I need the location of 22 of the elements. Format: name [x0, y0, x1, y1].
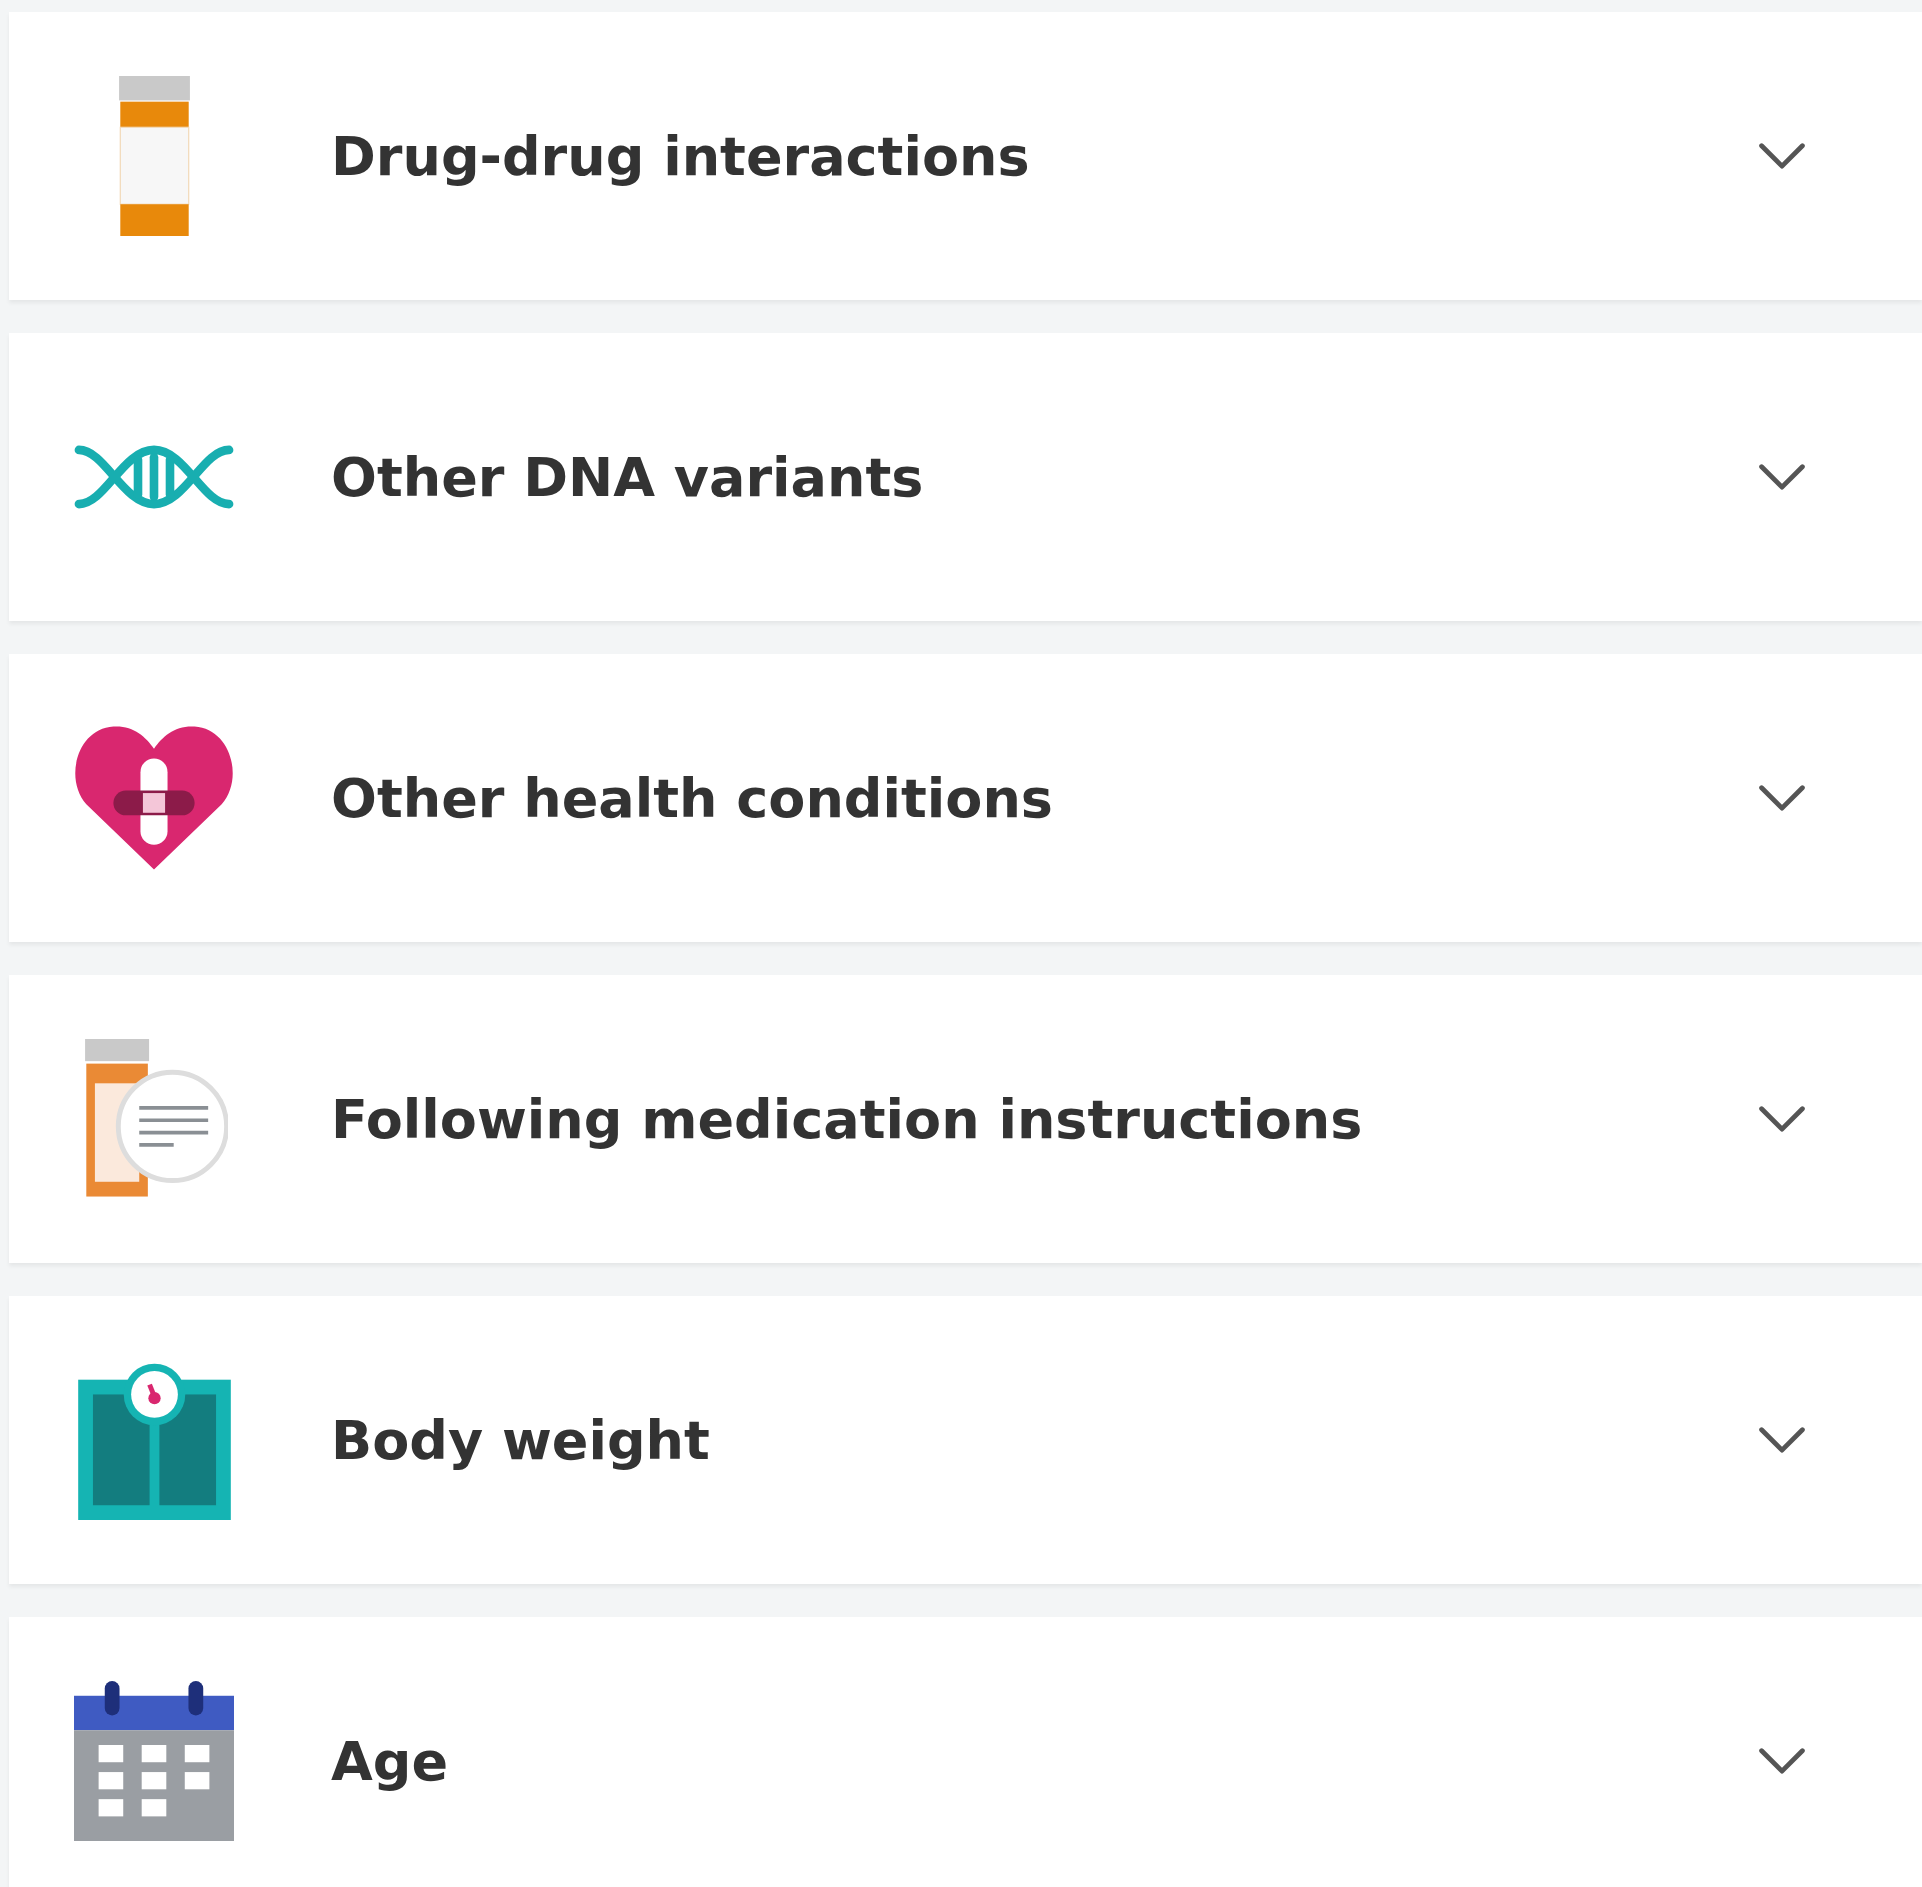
pill-bottle-icon	[118, 76, 190, 236]
chevron-icon[interactable]	[1758, 783, 1806, 813]
section-card[interactable]: Age	[9, 1617, 1922, 1887]
chevron-icon[interactable]	[1758, 1746, 1806, 1776]
calendar-icon	[74, 1681, 234, 1841]
section-title: Following medication instructions	[331, 1087, 1364, 1151]
chevron-icon[interactable]	[1758, 141, 1806, 171]
section-title: Age	[331, 1729, 450, 1793]
section-title: Body weight	[331, 1408, 711, 1472]
section-card[interactable]: Other health conditions	[9, 654, 1922, 942]
section-title: Other health conditions	[331, 766, 1054, 830]
chevron-icon[interactable]	[1758, 462, 1806, 492]
chevron-icon[interactable]	[1758, 1104, 1806, 1134]
section-card[interactable]: Drug-drug interactions	[9, 12, 1922, 300]
chevron-icon[interactable]	[1758, 1425, 1806, 1455]
dna-helix-icon	[74, 445, 234, 509]
section-card[interactable]: Following medication instructions	[9, 975, 1922, 1263]
heart-bandage-icon	[74, 724, 234, 872]
section-card[interactable]: Other DNA variants	[9, 333, 1922, 621]
section-title: Other DNA variants	[331, 445, 925, 509]
section-card[interactable]: Body weight	[9, 1296, 1922, 1584]
section-title: Drug-drug interactions	[331, 124, 1031, 188]
